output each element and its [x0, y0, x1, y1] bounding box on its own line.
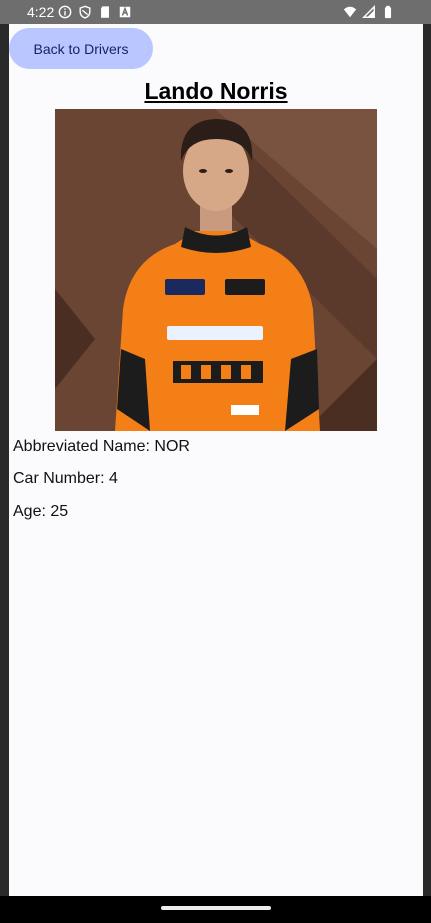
font-download-icon [119, 6, 131, 18]
device-frame-left [0, 24, 9, 896]
abbreviated-name-text: Abbreviated Name: NOR [13, 438, 190, 455]
status-icons-right [343, 4, 395, 20]
navigation-bar [0, 896, 431, 923]
back-to-drivers-button[interactable]: Back to Drivers [9, 28, 153, 69]
shield-icon [79, 5, 91, 19]
sd-card-icon [101, 6, 109, 18]
driver-portrait [55, 109, 377, 431]
driver-portrait-icon [55, 109, 377, 431]
status-icons-left [58, 4, 132, 20]
driver-detail-screen: Back to Drivers Lando Norris Abbreviated… [9, 24, 423, 896]
driver-name-title: Lando Norris [144, 78, 288, 104]
car-number-text: Car Number: 4 [13, 470, 118, 487]
status-bar: 4:22 [0, 0, 431, 24]
signal-icon [362, 5, 375, 18]
wifi-icon [343, 6, 357, 18]
status-time: 4:22 [27, 4, 55, 20]
home-gesture-handle[interactable] [161, 906, 271, 910]
age-text: Age: 25 [13, 503, 69, 520]
battery-icon [384, 5, 392, 19]
info-icon [58, 5, 72, 19]
device-frame-right [423, 24, 431, 896]
